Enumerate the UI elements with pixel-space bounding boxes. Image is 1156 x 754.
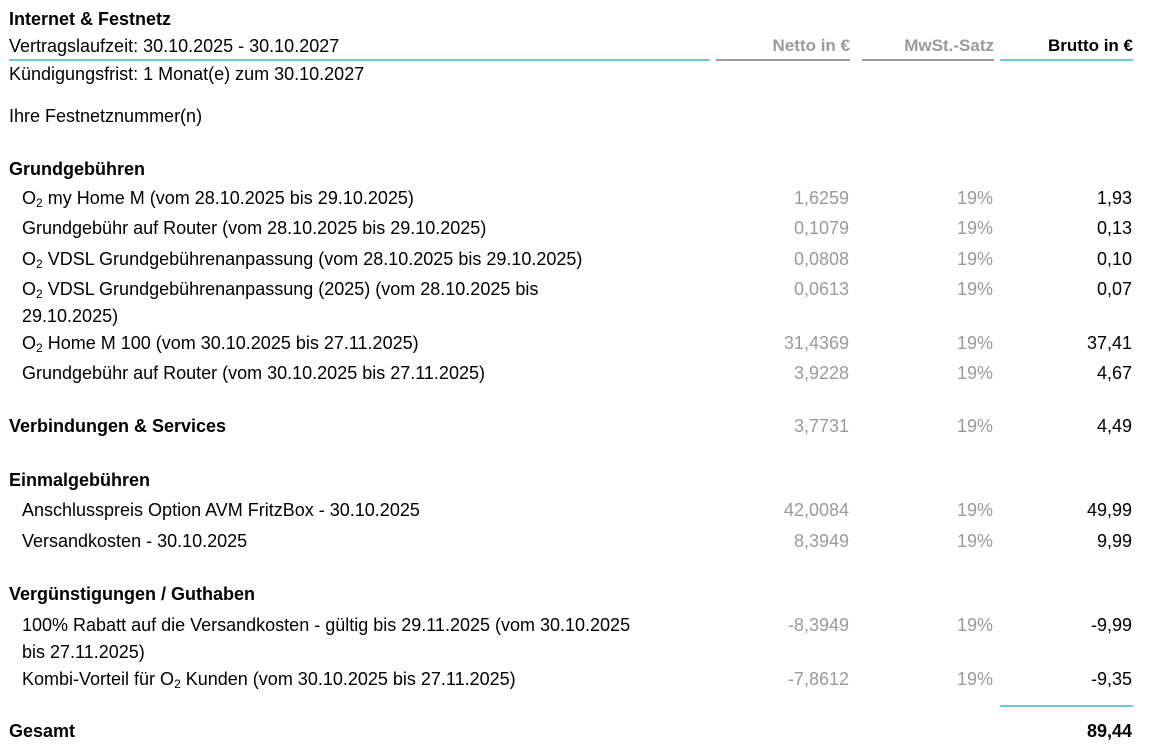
total-label: Gesamt <box>9 721 76 741</box>
row-netto: 0,1079 <box>793 218 849 238</box>
column-header-mwst: MwSt.-Satz <box>904 36 994 55</box>
landline-numbers-label: Ihre Festnetznummer(n) <box>9 106 203 126</box>
row-brutto: 0,13 <box>1096 218 1132 238</box>
row-mwst: 19% <box>956 218 993 238</box>
row-netto: 31,4369 <box>783 333 849 353</box>
row-mwst: 19% <box>956 416 993 436</box>
section-title-einmalgebuehren: Einmalgebühren <box>9 470 151 490</box>
row-netto: 3,7731 <box>793 416 849 436</box>
row-brutto: 49,99 <box>1086 500 1132 520</box>
row-mwst: 19% <box>956 531 993 551</box>
row-description: 100% Rabatt auf die Versandkosten - gült… <box>22 615 631 662</box>
header-rule-netto <box>716 59 850 61</box>
row-mwst: 19% <box>956 669 993 689</box>
header-rule-description <box>9 59 710 61</box>
row-netto: 0,0808 <box>793 249 849 269</box>
section-title-verguenstigungen: Vergünstigungen / Guthaben <box>9 584 256 604</box>
row-description: O2 VDSL Grundgebührenanpassung (2025) (v… <box>22 279 539 326</box>
row-description: Grundgebühr auf Router (vom 30.10.2025 b… <box>22 363 485 383</box>
row-brutto: 0,10 <box>1096 249 1132 269</box>
row-mwst: 19% <box>956 500 993 520</box>
column-header-brutto: Brutto in € <box>1048 36 1133 55</box>
total-rule <box>1000 705 1133 707</box>
contract-term: Vertragslaufzeit: 30.10.2025 - 30.10.202… <box>9 36 340 56</box>
total-value: 89,44 <box>1086 721 1132 741</box>
row-brutto: 9,99 <box>1096 531 1132 551</box>
row-description: Versandkosten - 30.10.2025 <box>22 531 248 551</box>
row-netto: -7,8612 <box>787 669 849 689</box>
row-description: Kombi-Vorteil für O2 Kunden (vom 30.10.2… <box>22 669 516 691</box>
row-brutto: 4,49 <box>1096 416 1132 436</box>
row-netto: -8,3949 <box>787 615 849 635</box>
row-description: Grundgebühr auf Router (vom 28.10.2025 b… <box>22 218 487 238</box>
row-mwst: 19% <box>956 333 993 353</box>
row-description: O2 my Home M (vom 28.10.2025 bis 29.10.2… <box>22 188 414 210</box>
section-title-verbindungen: Verbindungen & Services <box>9 416 227 436</box>
row-description: Anschlusspreis Option AVM FritzBox - 30.… <box>22 500 420 520</box>
header-rule-brutto <box>1000 59 1133 61</box>
row-netto: 3,9228 <box>793 363 849 383</box>
row-mwst: 19% <box>956 188 993 208</box>
row-netto: 42,0084 <box>783 500 849 520</box>
section-title-internet-festnetz: Internet & Festnetz <box>9 9 172 29</box>
row-brutto: 1,93 <box>1096 188 1132 208</box>
row-brutto: 4,67 <box>1096 363 1132 383</box>
row-mwst: 19% <box>956 249 993 269</box>
row-brutto: -9,99 <box>1090 615 1132 635</box>
header-rule-mwst <box>862 59 994 61</box>
row-mwst: 19% <box>956 615 993 635</box>
row-brutto: 37,41 <box>1086 333 1132 353</box>
notice-period: Kündigungsfrist: 1 Monat(e) zum 30.10.20… <box>9 64 365 84</box>
row-netto: 8,3949 <box>793 531 849 551</box>
row-netto: 1,6259 <box>793 188 849 208</box>
column-header-netto: Netto in € <box>772 36 850 55</box>
row-description: O2 VDSL Grundgebührenanpassung (vom 28.1… <box>22 249 583 271</box>
section-title-grundgebuehren: Grundgebühren <box>9 159 145 179</box>
row-netto: 0,0613 <box>793 279 849 299</box>
row-brutto: -9,35 <box>1090 669 1132 689</box>
row-brutto: 0,07 <box>1096 279 1132 299</box>
row-mwst: 19% <box>956 279 993 299</box>
row-description: O2 Home M 100 (vom 30.10.2025 bis 27.11.… <box>22 333 419 355</box>
row-mwst: 19% <box>956 363 993 383</box>
